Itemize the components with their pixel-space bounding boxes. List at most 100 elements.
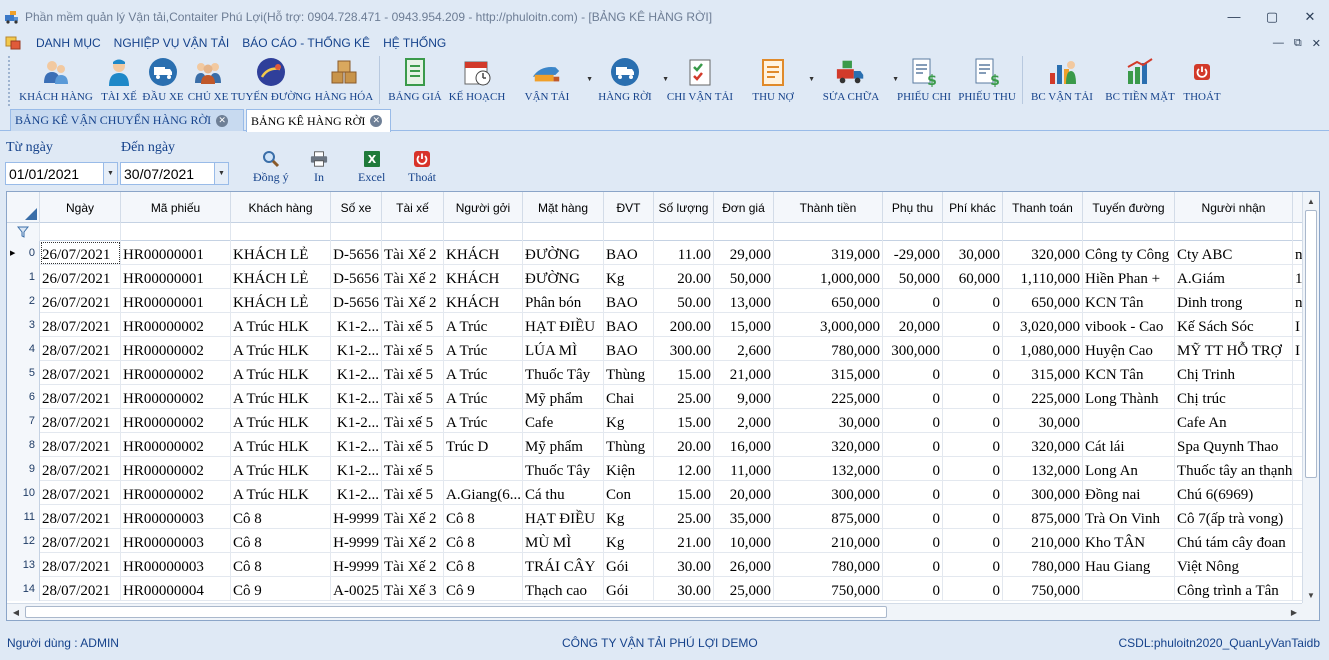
table-cell[interactable] <box>1083 577 1175 601</box>
table-cell[interactable]: Tài xế 5 <box>382 481 444 505</box>
table-cell[interactable]: 30,000 <box>1003 409 1083 433</box>
table-cell[interactable]: 2,000 <box>714 409 774 433</box>
table-cell[interactable]: 319,000 <box>774 241 883 265</box>
table-cell[interactable]: Spa Quynh Thao <box>1175 433 1293 457</box>
table-cell[interactable]: 11.00 <box>654 241 714 265</box>
table-cell[interactable]: A Trúc <box>444 385 523 409</box>
table-cell[interactable]: A Trúc HLK <box>231 361 331 385</box>
table-cell[interactable]: K1-2... <box>331 313 382 337</box>
table-cell[interactable]: 12.00 <box>654 457 714 481</box>
table-cell[interactable]: 35,000 <box>714 505 774 529</box>
table-cell[interactable]: KHÁCH <box>444 289 523 313</box>
table-cell[interactable]: 1,000,000 <box>774 265 883 289</box>
table-cell[interactable]: 780,000 <box>774 553 883 577</box>
table-cell[interactable]: BAO <box>604 289 654 313</box>
table-cell[interactable]: 0 <box>883 457 943 481</box>
table-cell[interactable]: A Trúc <box>444 361 523 385</box>
filter-cell[interactable] <box>883 223 943 241</box>
table-cell[interactable]: HR00000001 <box>121 265 231 289</box>
table-cell[interactable]: K1-2... <box>331 481 382 505</box>
table-cell[interactable]: 315,000 <box>774 361 883 385</box>
filter-cell[interactable] <box>774 223 883 241</box>
minimize-button[interactable]: — <box>1215 0 1253 33</box>
table-cell[interactable]: Long An <box>1083 457 1175 481</box>
toolbar-button-16[interactable]: BC TIỀN MẶT <box>1098 54 1182 106</box>
table-cell[interactable]: 300,000 <box>883 337 943 361</box>
table-cell[interactable]: HR00000002 <box>121 409 231 433</box>
table-cell[interactable]: Việt Nông <box>1175 553 1293 577</box>
table-cell[interactable]: A.Giang(6... <box>444 481 523 505</box>
table-cell[interactable]: 0 <box>943 361 1003 385</box>
table-row[interactable]: 4 28/07/2021 HR00000002 A Trúc HLK K1-2... Tà… <box>7 337 1303 361</box>
tab-bang-ke-hang-roi[interactable]: BẢNG KÊ HÀNG RỜI ✕ <box>246 109 391 132</box>
table-cell[interactable]: Tài xế 5 <box>382 361 444 385</box>
table-cell[interactable]: Tài Xế 3 <box>382 577 444 601</box>
table-cell[interactable]: A-0025 <box>331 577 382 601</box>
table-cell[interactable]: 225,000 <box>774 385 883 409</box>
table-cell[interactable]: Tài Xế 2 <box>382 241 444 265</box>
table-cell[interactable]: Cafe <box>523 409 604 433</box>
table-cell[interactable]: 21,000 <box>714 361 774 385</box>
table-row[interactable]: ▶ 0 26/07/2021 HR00000001 KHÁCH LẺ D-5656 Tài … <box>7 241 1303 265</box>
toolbar-button-13[interactable]: $ PHIẾU CHI <box>893 54 955 106</box>
agree-button[interactable]: Đồng ý <box>253 150 289 185</box>
table-cell[interactable]: 0 <box>883 385 943 409</box>
table-cell[interactable]: 20.00 <box>654 433 714 457</box>
table-cell[interactable]: Gói <box>604 577 654 601</box>
table-cell[interactable]: 15.00 <box>654 481 714 505</box>
table-cell[interactable]: Thùng <box>604 361 654 385</box>
table-cell[interactable]: KHÁCH LẺ <box>231 265 331 289</box>
to-date-picker[interactable]: 30/07/2021 ▼ <box>120 162 229 185</box>
table-row[interactable]: 1 26/07/2021 HR00000001 KHÁCH LẺ D-5656 Tài X… <box>7 265 1303 289</box>
table-cell[interactable]: MỸ TT HỖ TRỢ <box>1175 337 1293 361</box>
table-cell[interactable]: A Trúc HLK <box>231 313 331 337</box>
table-cell[interactable]: 875,000 <box>1003 505 1083 529</box>
table-cell[interactable]: Tài xế 5 <box>382 385 444 409</box>
table-cell[interactable]: 320,000 <box>774 433 883 457</box>
table-cell[interactable]: A Trúc HLK <box>231 457 331 481</box>
table-cell[interactable]: 300,000 <box>1003 481 1083 505</box>
table-cell[interactable]: 15,000 <box>714 313 774 337</box>
table-cell[interactable]: Chị Trinh <box>1175 361 1293 385</box>
table-cell[interactable]: Thùng <box>604 433 654 457</box>
table-cell[interactable]: HR00000002 <box>121 433 231 457</box>
table-cell[interactable]: 28/07/2021 <box>40 577 121 601</box>
column-header[interactable]: Người gởi <box>444 192 523 223</box>
table-cell[interactable]: Cát lái <box>1083 433 1175 457</box>
table-cell[interactable]: 300,000 <box>774 481 883 505</box>
table-cell[interactable]: Mỹ phẩm <box>523 433 604 457</box>
table-cell[interactable]: 0 <box>883 505 943 529</box>
vertical-scrollbar[interactable]: ▲ ▼ <box>1302 192 1319 604</box>
row-header[interactable]: 1 <box>7 265 40 289</box>
toolbar-button-9[interactable]: HÀNG RỜI ▼ <box>587 54 669 106</box>
table-cell[interactable]: 650,000 <box>1003 289 1083 313</box>
table-cell[interactable]: 28/07/2021 <box>40 337 121 361</box>
menu-danh-muc[interactable]: DANH MỤC <box>36 36 101 50</box>
table-cell[interactable]: Trà On Vinh <box>1083 505 1175 529</box>
table-cell[interactable]: A Trúc HLK <box>231 481 331 505</box>
toolbar-button-6[interactable]: BẢNG GIÁ <box>383 54 447 106</box>
table-cell[interactable]: D-5656 <box>331 289 382 313</box>
scroll-right-icon[interactable]: ▶ <box>1286 604 1302 620</box>
table-cell[interactable]: A Trúc HLK <box>231 337 331 361</box>
menu-nghiep-vu-van-tai[interactable]: NGHIỆP VỤ VẬN TẢI <box>114 36 230 50</box>
table-cell[interactable]: K1-2... <box>331 457 382 481</box>
table-cell[interactable]: Cafe An <box>1175 409 1293 433</box>
table-cell[interactable]: BAO <box>604 337 654 361</box>
table-cell[interactable]: 28/07/2021 <box>40 505 121 529</box>
filter-cell[interactable] <box>40 223 121 241</box>
table-cell[interactable]: Cô 8 <box>231 553 331 577</box>
table-cell[interactable]: 25.00 <box>654 505 714 529</box>
mdi-minimize-button[interactable]: — <box>1273 37 1284 49</box>
table-cell[interactable]: Tài Xế 2 <box>382 289 444 313</box>
table-cell[interactable]: Cty ABC <box>1175 241 1293 265</box>
table-cell[interactable]: D-5656 <box>331 241 382 265</box>
filter-cell[interactable] <box>714 223 774 241</box>
table-cell[interactable]: Kế Sách Sóc <box>1175 313 1293 337</box>
table-cell[interactable]: A Trúc HLK <box>231 433 331 457</box>
table-cell[interactable]: 20,000 <box>714 481 774 505</box>
table-cell[interactable]: BAO <box>604 241 654 265</box>
table-cell[interactable]: 0 <box>943 505 1003 529</box>
table-row[interactable]: 2 26/07/2021 HR00000001 KHÁCH LẺ D-5656 Tài X… <box>7 289 1303 313</box>
table-cell[interactable]: 0 <box>943 481 1003 505</box>
